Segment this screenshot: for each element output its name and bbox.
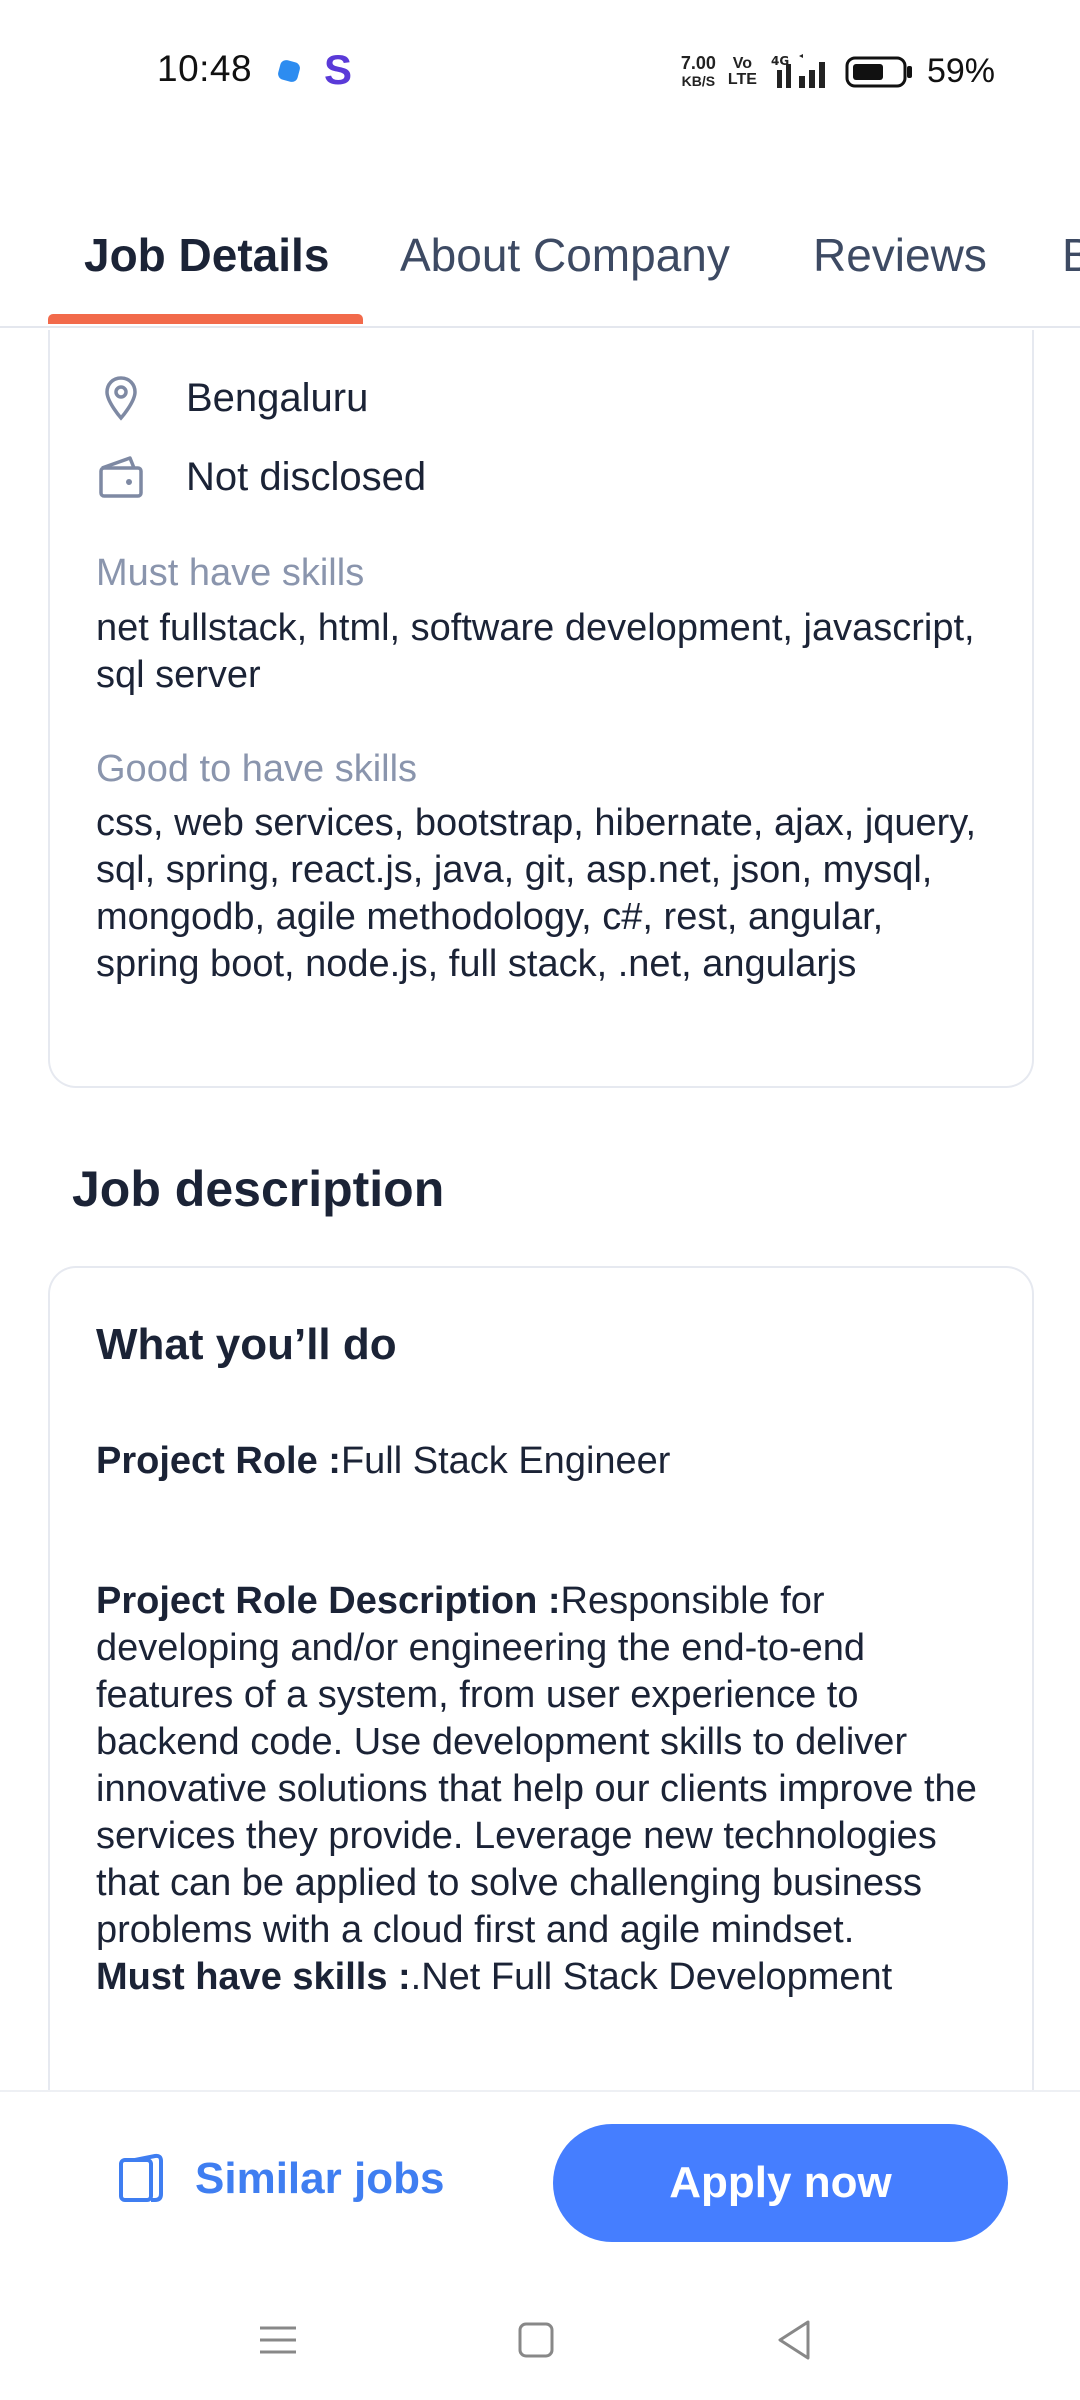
tab-bar: Job Details About Company Reviews B xyxy=(0,200,1080,328)
role-description-value: Responsible for developing and/or engine… xyxy=(96,1580,977,1951)
location-text: Bengaluru xyxy=(186,375,369,420)
similar-jobs-icon xyxy=(119,2153,163,2202)
system-navigation-bar xyxy=(0,2280,1080,2400)
what-youll-do-title: What you’ll do xyxy=(96,1320,397,1369)
salary-text: Not disclosed xyxy=(186,454,427,499)
role-description-label: Project Role Description : xyxy=(96,1580,561,1622)
must-have-skills-desc-label: Must have skills : xyxy=(96,1956,411,1998)
status-right-group: 7.00 KB/S Vo LTE 4G 59% xyxy=(681,52,995,91)
job-description-heading: Job description xyxy=(72,1161,445,1217)
good-to-have-skills-text: css, web services, bootstrap, hibernate,… xyxy=(96,802,977,985)
project-role-value: Full Stack Engineer xyxy=(340,1440,671,1482)
project-role-label: Project Role : xyxy=(96,1440,341,1482)
battery-percent: 59% xyxy=(926,52,995,90)
similar-jobs-button[interactable]: Similar jobs xyxy=(115,2152,444,2206)
status-time: 10:48 xyxy=(157,48,253,89)
project-role-line: Project Role :Full Stack Engineer xyxy=(96,1438,1016,1485)
volte-top: Vo xyxy=(732,54,753,72)
battery-icon xyxy=(845,56,912,87)
role-description-line: Project Role Description :Responsible fo… xyxy=(96,1578,996,2001)
menu-nav-icon[interactable] xyxy=(248,2310,308,2370)
location-row: Bengaluru xyxy=(96,373,368,423)
must-have-skills-desc-value: .Net Full Stack Development xyxy=(410,1956,893,1998)
salary-row: Not disclosed xyxy=(96,452,426,502)
active-tab-indicator xyxy=(48,314,363,324)
home-nav-icon[interactable] xyxy=(506,2310,566,2370)
bottom-action-bar: Similar jobs Apply now xyxy=(0,2090,1080,2282)
tab-job-details[interactable]: Job Details xyxy=(84,228,329,282)
network-speed: 7.00 KB/S xyxy=(681,54,716,90)
status-bar: 10:48 S 7.00 KB/S Vo LTE 4G 59% xyxy=(0,0,1080,140)
back-nav-icon[interactable] xyxy=(764,2310,824,2370)
must-have-skills-label: Must have skills xyxy=(96,552,365,594)
tab-more[interactable]: B xyxy=(1062,228,1080,282)
apply-now-button[interactable]: Apply now xyxy=(553,2124,1008,2242)
job-description-card: What you’ll do Project Role :Full Stack … xyxy=(48,1266,1034,2168)
s-app-notification-icon: S xyxy=(324,46,353,93)
good-to-have-skills-label: Good to have skills xyxy=(96,748,418,790)
job-details-card: Bengaluru Not disclosed Must have skills… xyxy=(48,330,1034,1088)
wallet-icon xyxy=(99,456,143,498)
location-pin-icon xyxy=(105,376,137,421)
volte-indicator: Vo LTE xyxy=(727,54,757,88)
signal-icon: 4G xyxy=(771,53,825,88)
volte-bottom: LTE xyxy=(727,70,757,88)
must-have-skills-text: net fullstack, html, software developmen… xyxy=(96,607,975,696)
network-speed-value: 7.00 xyxy=(680,52,716,73)
similar-jobs-label: Similar jobs xyxy=(195,2154,445,2203)
app-notification-icon xyxy=(278,60,300,82)
tab-about-company[interactable]: About Company xyxy=(400,228,730,282)
tab-reviews[interactable]: Reviews xyxy=(813,228,987,282)
network-speed-unit: KB/S xyxy=(681,72,716,89)
